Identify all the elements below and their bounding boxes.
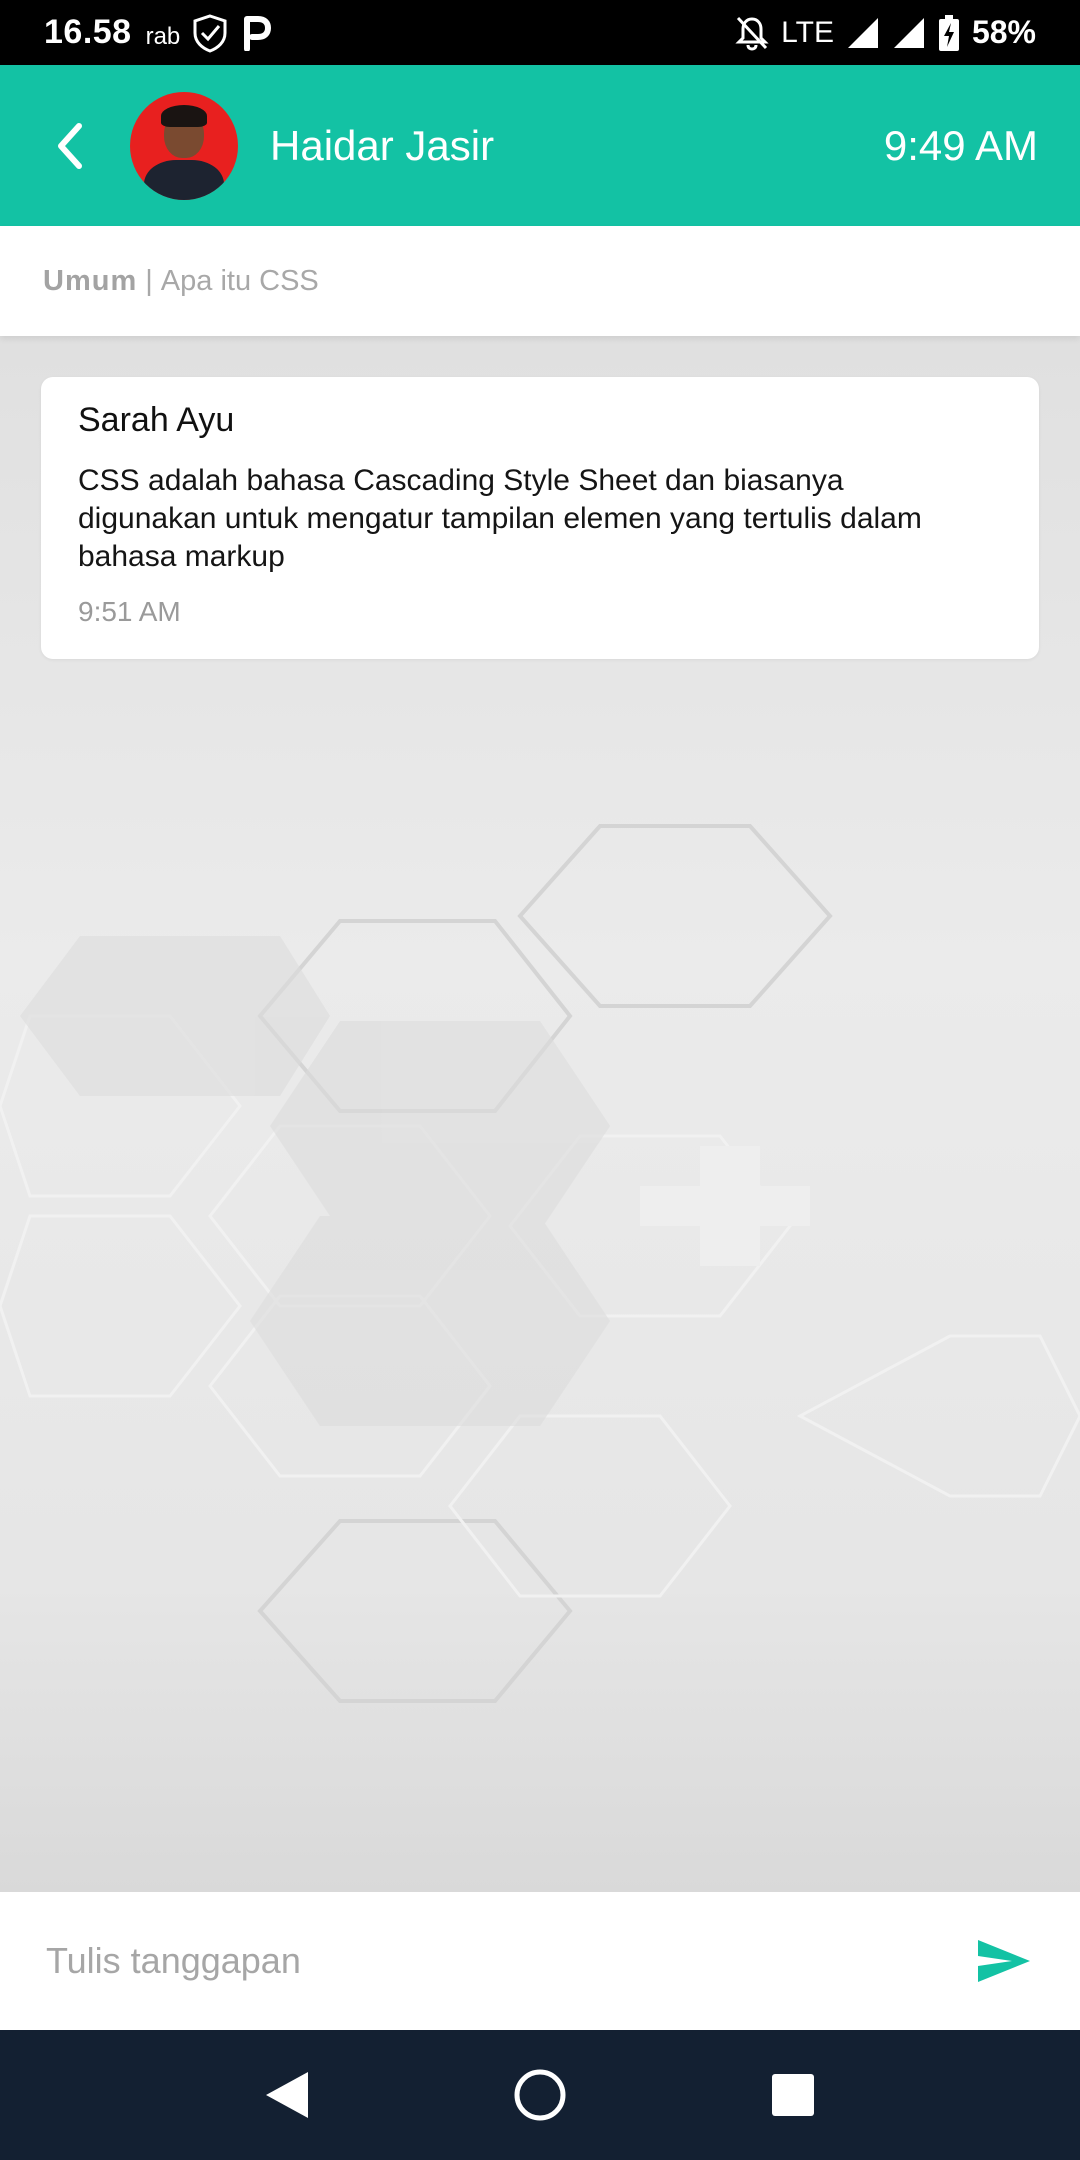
send-button[interactable] xyxy=(974,1931,1034,1991)
signal-icon xyxy=(846,16,880,50)
message-sender: Sarah Ayu xyxy=(78,401,235,439)
topic-title: Apa itu CSS xyxy=(160,264,319,297)
nav-back-icon xyxy=(265,2072,308,2118)
chat-header: Haidar Jasir 9:49 AM xyxy=(0,65,1080,226)
status-time: 16.58 xyxy=(44,13,132,51)
status-left: 16.58 rab xyxy=(44,13,272,53)
topic-separator: | xyxy=(145,264,153,297)
status-right: LTE 58% xyxy=(735,14,1036,52)
shield-check-icon xyxy=(190,13,230,53)
notifications-off-icon xyxy=(735,15,769,51)
battery-percent: 58% xyxy=(971,14,1036,50)
nav-home-button[interactable] xyxy=(505,2060,575,2130)
back-button[interactable] xyxy=(48,116,92,176)
status-day: rab xyxy=(145,22,181,50)
network-type: LTE xyxy=(781,15,834,49)
topic-bar: Umum | Apa itu CSS xyxy=(0,226,1080,336)
parking-icon xyxy=(240,15,272,51)
message-time: 9:51 AM xyxy=(78,596,181,627)
contact-name[interactable]: Haidar Jasir xyxy=(270,122,494,170)
chevron-left-icon xyxy=(58,122,82,169)
nav-back-button[interactable] xyxy=(252,2060,322,2130)
nav-recents-icon xyxy=(772,2074,815,2116)
nav-home-icon xyxy=(514,2069,566,2121)
status-bar: 16.58 rab LTE 58% xyxy=(0,0,1080,65)
nav-recents-button[interactable] xyxy=(758,2060,828,2130)
system-nav-bar xyxy=(0,2030,1080,2160)
chat-area[interactable]: Sarah Ayu CSS adalah bahasa Cascading St… xyxy=(0,336,1080,1892)
reply-input[interactable] xyxy=(46,1940,954,1982)
header-time: 9:49 AM xyxy=(883,121,1038,169)
topic-category: Umum xyxy=(43,264,138,297)
avatar[interactable] xyxy=(130,91,238,200)
battery-charging-icon xyxy=(938,14,960,52)
message-card[interactable]: Sarah Ayu CSS adalah bahasa Cascading St… xyxy=(41,377,1039,659)
signal-icon xyxy=(892,16,926,50)
send-icon xyxy=(978,1940,1030,1982)
reply-bar xyxy=(0,1892,1080,2030)
message-text: CSS adalah bahasa Cascading Style Sheet … xyxy=(78,464,922,573)
